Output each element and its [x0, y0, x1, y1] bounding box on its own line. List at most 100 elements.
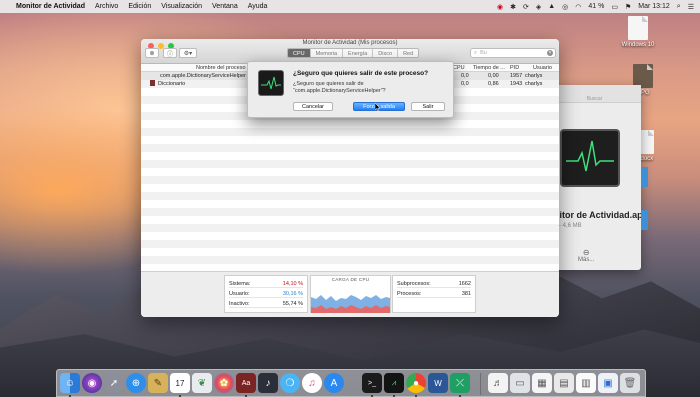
app-icon[interactable]: ⤫ — [450, 373, 470, 393]
drive-icon[interactable]: ▲ — [548, 3, 555, 10]
action-menu-button[interactable]: ⚙▾ — [179, 48, 197, 58]
screenshot-stack-icon[interactable]: ▥ — [576, 373, 596, 393]
thread-stats-box: Subprocesos: 1662 Procesos: 381 — [392, 275, 476, 313]
heartbeat-icon — [261, 76, 281, 90]
chrome-icon[interactable]: ● — [406, 373, 426, 393]
quit-process-dialog[interactable]: ¿Seguro que quieres salir de este proces… — [247, 61, 454, 118]
sync-icon[interactable]: ⟳ — [523, 3, 529, 11]
process-name: com.apple.DictionaryServiceHelper — [160, 73, 246, 79]
finder-icon[interactable]: ☺ — [60, 373, 80, 393]
tab-disco[interactable]: Disco — [373, 49, 399, 57]
more-label: Más... — [578, 257, 595, 263]
appstore-icon[interactable]: A — [324, 373, 344, 393]
music-file-icon[interactable]: ♬ — [488, 373, 508, 393]
process-time: 0,00 — [488, 73, 499, 79]
column-header-cpu[interactable]: CPU — [453, 64, 465, 72]
subprocesos-line: Subprocesos: 1662 — [397, 280, 471, 288]
stop-process-button[interactable]: ⊗ — [145, 48, 159, 58]
column-header-time[interactable]: Tiempo de ... — [473, 64, 505, 72]
usuario-value: 30,16 % — [282, 291, 303, 297]
more-button[interactable]: ⊖ Más... — [578, 248, 594, 263]
cpu-percent-box: Sistema: 14,10 % Usuario: 30,16 % Inacti… — [224, 275, 308, 313]
empty-row — [141, 128, 559, 136]
downloads-stack-icon[interactable]: ▦ — [532, 373, 552, 393]
calendar-day: 17 — [175, 378, 185, 388]
music-icon[interactable]: ♫ — [302, 373, 322, 393]
documents-stack-icon[interactable]: ▤ — [554, 373, 574, 393]
process-user: charlys — [525, 81, 543, 87]
menubar-status: ◉ ✱ ⟳ ◈ ▲ ◎ ◠ 41 % ▭ ⚑ Mar 13:12 ⌕ ☰ — [497, 3, 694, 11]
flag-icon[interactable]: ⚑ — [625, 3, 631, 11]
clock[interactable]: Mar 13:12 — [638, 3, 670, 10]
menu-ayuda[interactable]: Ayuda — [248, 3, 268, 10]
notes-icon[interactable]: ✎ — [148, 373, 168, 393]
sistema-value: 14,10 % — [282, 281, 303, 287]
column-header-name[interactable]: Nombre del proceso — [196, 64, 246, 72]
files-stack-icon[interactable]: ▣ — [598, 373, 618, 393]
tab-cpu[interactable]: CPU — [288, 49, 311, 57]
empty-row — [141, 152, 559, 160]
heartbeat-icon — [566, 140, 614, 172]
dropbox-icon[interactable]: ◈ — [536, 3, 541, 11]
blue-strip — [641, 167, 648, 187]
itunes-icon[interactable]: ♪ — [258, 373, 278, 393]
trash-icon[interactable]: 🗑 — [620, 373, 640, 393]
inactivo-value: 55,74 % — [282, 301, 303, 307]
photos-icon[interactable]: ✿ — [214, 373, 234, 393]
tab-red[interactable]: Red — [398, 49, 419, 57]
safari-icon[interactable]: ⊕ — [126, 373, 146, 393]
bluetooth-icon[interactable]: ✱ — [510, 3, 516, 11]
background-window-search[interactable]: Buscar — [587, 96, 603, 102]
empty-row — [141, 224, 559, 232]
launchpad-icon[interactable]: ➚ — [104, 373, 124, 393]
empty-row — [141, 192, 559, 200]
sistema-label: Sistema: — [229, 281, 251, 287]
app-info-title: nitor de Actividad.app — [554, 210, 649, 220]
process-pid: 1957 — [510, 73, 523, 79]
battery-value[interactable]: 41 % — [588, 3, 604, 10]
word-icon[interactable]: W — [428, 373, 448, 393]
column-header-pid[interactable]: PID — [510, 64, 519, 72]
menu-ventana[interactable]: Ventana — [212, 3, 238, 10]
clear-search-icon[interactable]: × — [547, 50, 553, 56]
calendar-icon[interactable]: 17 — [170, 373, 190, 393]
inspect-process-button[interactable]: ⓘ — [163, 48, 177, 58]
search-placeholder: Bu — [480, 50, 487, 56]
activity-monitor-icon[interactable]: ⩘ — [384, 373, 404, 393]
menu-edicion[interactable]: Edición — [128, 3, 151, 10]
empty-row — [141, 120, 559, 128]
procesos-label: Procesos: — [397, 291, 422, 297]
menu-archivo[interactable]: Archivo — [95, 3, 118, 10]
more-icon: ⊖ — [582, 248, 590, 257]
info-icon: ⓘ — [166, 51, 173, 58]
empty-row — [141, 176, 559, 184]
tab-memoria[interactable]: Memoria — [310, 49, 344, 57]
terminal-icon[interactable]: >_ — [362, 373, 382, 393]
background-info-window[interactable]: Buscar nitor de Actividad.app n - 4,6 MB… — [548, 85, 648, 270]
process-time: 0,86 — [488, 81, 499, 87]
record-icon[interactable]: ◉ — [497, 3, 503, 11]
column-header-user[interactable]: Usuario — [533, 64, 552, 72]
menu-app-name[interactable]: Monitor de Actividad — [16, 3, 85, 10]
preview-icon[interactable]: ❦ — [192, 373, 212, 393]
recent-folder-icon[interactable]: ▭ — [510, 373, 530, 393]
search-input[interactable]: ⌕ Bu × — [470, 48, 556, 58]
dictionary-icon[interactable]: Aa — [236, 373, 256, 393]
notification-center-icon[interactable]: ☰ — [688, 3, 694, 11]
record2-icon[interactable]: ◎ — [562, 3, 568, 11]
desktop-file-label: Windows 10 — [621, 42, 655, 48]
usuario-label: Usuario: — [229, 291, 250, 297]
battery-icon[interactable]: ▭ — [611, 3, 618, 11]
wifi-icon[interactable]: ◠ — [575, 3, 581, 11]
spotlight-icon[interactable]: ⌕ — [677, 3, 681, 11]
messages-icon[interactable]: ❍ — [280, 373, 300, 393]
tab-energia[interactable]: Energía — [343, 49, 374, 57]
siri-icon[interactable]: ◉ — [82, 373, 102, 393]
quit-button[interactable]: Salir — [411, 102, 445, 111]
search-icon: ⌕ — [474, 49, 478, 56]
process-name: Diccionario — [150, 80, 185, 88]
menu-visualizacion[interactable]: Visualización — [161, 3, 202, 10]
empty-row — [141, 200, 559, 208]
cancel-button[interactable]: Cancelar — [293, 102, 333, 111]
desktop-file-windows10[interactable]: Windows 10 — [618, 16, 658, 48]
